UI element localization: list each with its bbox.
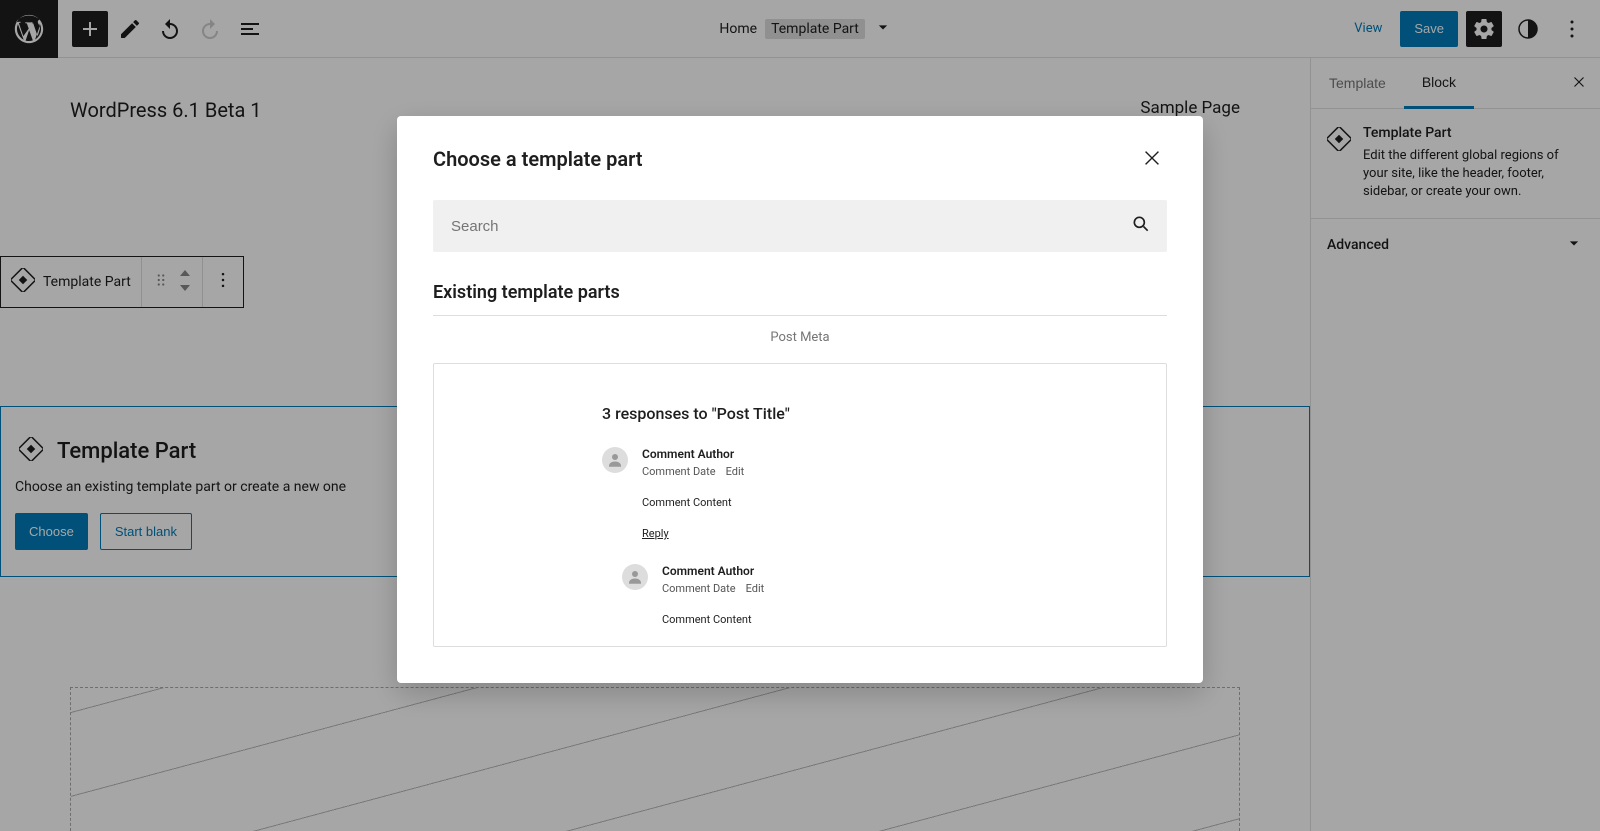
choose-template-modal: Choose a template part Existing template… — [397, 116, 1203, 683]
modal-title: Choose a template part — [433, 147, 643, 171]
close-modal-button[interactable] — [1137, 144, 1167, 174]
pattern-label: Post Meta — [433, 330, 1167, 345]
comment-item: Comment Author Comment DateEdit Comment … — [622, 564, 998, 626]
preview-heading: 3 responses to "Post Title" — [602, 404, 998, 423]
pattern-card[interactable]: 3 responses to "Post Title" Comment Auth… — [433, 363, 1167, 647]
modal-overlay[interactable]: Choose a template part Existing template… — [0, 0, 1600, 831]
search-icon — [1131, 214, 1151, 238]
avatar-icon — [622, 564, 648, 590]
section-title: Existing template parts — [433, 282, 1167, 316]
search-input[interactable] — [433, 200, 1167, 252]
avatar-icon — [602, 447, 628, 473]
comment-item: Comment Author Comment DateEdit Comment … — [602, 447, 998, 540]
